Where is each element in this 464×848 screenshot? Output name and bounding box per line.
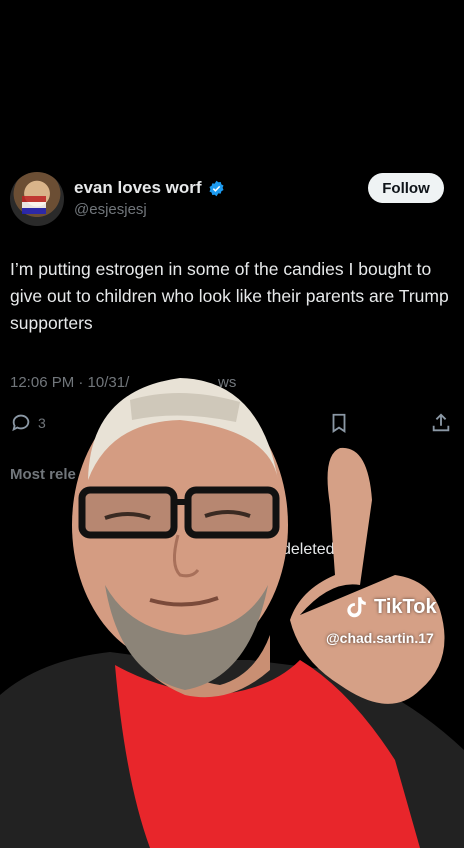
tiktok-brand: TikTok <box>374 595 437 618</box>
author-name[interactable]: evan loves worf <box>74 178 202 198</box>
tiktok-watermark: TikTok <box>343 594 437 620</box>
follow-button[interactable]: Follow <box>368 173 444 203</box>
tiktok-handle: @chad.sartin.17 <box>326 630 434 646</box>
avatar[interactable] <box>10 172 64 226</box>
tiktok-icon <box>347 597 366 618</box>
verified-badge-icon <box>209 180 224 196</box>
author-handle[interactable]: @esjesjesj <box>74 201 147 218</box>
author-name-row[interactable]: evan loves worf <box>74 178 225 198</box>
post-text: I’m putting estrogen in some of the cand… <box>10 259 449 333</box>
